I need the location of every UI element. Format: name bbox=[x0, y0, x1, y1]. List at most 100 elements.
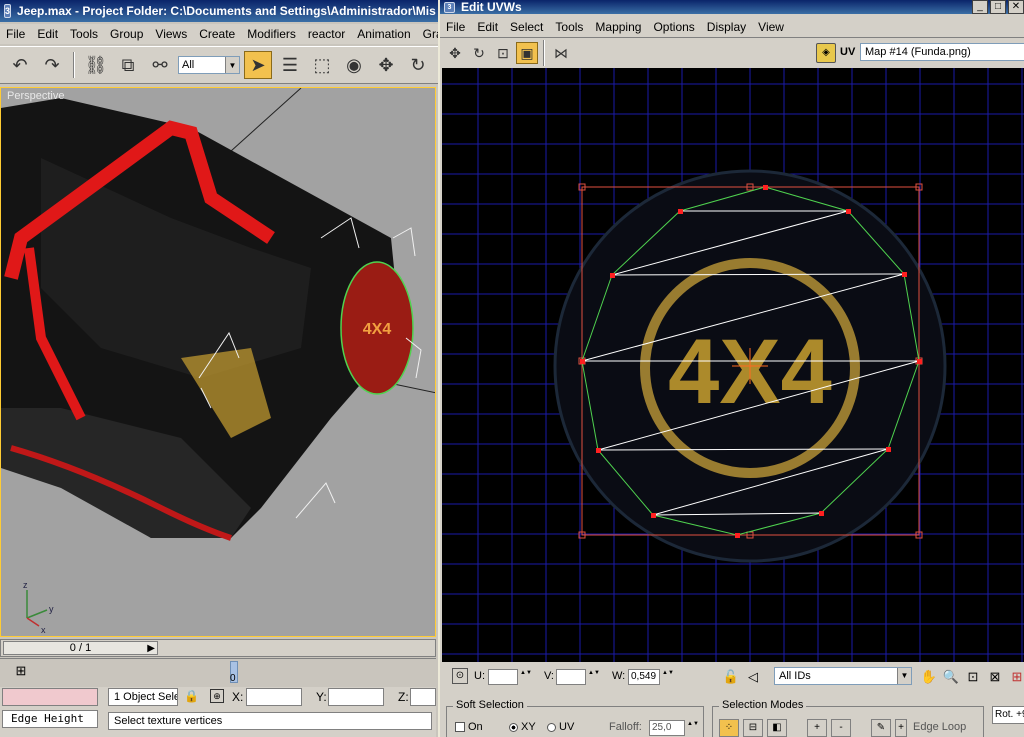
viewport-label[interactable]: Perspective bbox=[7, 90, 64, 102]
show-map-icon[interactable]: ◈ bbox=[816, 43, 836, 63]
uvw-menu-view[interactable]: View bbox=[752, 20, 790, 34]
select-object-icon[interactable]: ➤ bbox=[244, 51, 272, 79]
maxscript-listener[interactable] bbox=[2, 688, 98, 706]
selection-filter-dropdown[interactable]: All ▼ bbox=[178, 56, 240, 74]
absolute-mode-icon[interactable]: ⊕ bbox=[210, 689, 224, 703]
uv-dropdown-label[interactable]: UV bbox=[840, 46, 855, 58]
lock-selected-icon[interactable]: 🔓 bbox=[722, 668, 740, 686]
w-spinner[interactable]: ▲▼ bbox=[662, 669, 674, 685]
uvw-menu-mapping[interactable]: Mapping bbox=[589, 20, 647, 34]
hide-icon[interactable]: ◁ bbox=[744, 668, 762, 686]
menu-file[interactable]: File bbox=[0, 27, 31, 41]
select-and-link-icon[interactable]: ⛓ bbox=[82, 51, 110, 79]
uv-vertex[interactable] bbox=[678, 209, 683, 214]
edge-loop-button[interactable]: Edge Loop bbox=[913, 721, 966, 733]
vertex-mode-icon[interactable]: ⁘ bbox=[719, 719, 739, 737]
uvw-menu-options[interactable]: Options bbox=[647, 20, 700, 34]
shrink-selection-button[interactable]: - bbox=[831, 719, 851, 737]
v-field[interactable] bbox=[556, 669, 586, 685]
edge-height-field[interactable]: Edge Height bbox=[2, 710, 98, 728]
uv-vertex[interactable] bbox=[651, 513, 656, 518]
uv-radio[interactable]: UV bbox=[547, 721, 574, 733]
menu-animation[interactable]: Animation bbox=[351, 27, 416, 41]
menu-create[interactable]: Create bbox=[193, 27, 241, 41]
unlink-icon[interactable]: ⧉ bbox=[114, 51, 142, 79]
bind-to-space-warp-icon[interactable]: ⚯ bbox=[146, 51, 174, 79]
rotation-field[interactable]: Rot. +9 bbox=[992, 706, 1024, 724]
w-field[interactable]: 0,549 bbox=[628, 669, 660, 685]
uvw-menu-select[interactable]: Select bbox=[504, 20, 549, 34]
uv-vertex[interactable] bbox=[902, 272, 907, 277]
curve-editor-icon[interactable]: ⊞ bbox=[10, 663, 32, 681]
selection-filter-value: All bbox=[182, 59, 195, 71]
undo-icon[interactable]: ↶ bbox=[6, 51, 34, 79]
uv-vertex[interactable] bbox=[610, 273, 615, 278]
select-and-move-icon[interactable]: ✥ bbox=[372, 51, 400, 79]
xy-radio[interactable]: XY bbox=[509, 721, 536, 733]
ids-dropdown[interactable]: All IDs ▼ bbox=[774, 667, 912, 685]
u-spinner[interactable]: ▲▼ bbox=[520, 669, 532, 685]
zoom-icon[interactable]: 🔍 bbox=[942, 668, 960, 686]
uv-vertex[interactable] bbox=[763, 185, 768, 190]
uvw-menu-file[interactable]: File bbox=[440, 20, 471, 34]
zoom-extents-icon[interactable]: ⊠ bbox=[986, 668, 1004, 686]
uvw-menu-display[interactable]: Display bbox=[701, 20, 752, 34]
uv-vertex[interactable] bbox=[580, 359, 585, 364]
falloff-spinner[interactable]: ▲▼ bbox=[687, 720, 699, 736]
select-by-name-icon[interactable]: ☰ bbox=[276, 51, 304, 79]
zoom-region-icon[interactable]: ⊡ bbox=[964, 668, 982, 686]
x-coordinate-field[interactable] bbox=[246, 688, 302, 706]
falloff-field[interactable]: 25,0 bbox=[649, 720, 685, 736]
paint-grow-button[interactable]: + bbox=[895, 719, 907, 737]
select-and-rotate-icon[interactable]: ↻ bbox=[404, 51, 432, 79]
prompt-line: Select texture vertices bbox=[108, 712, 432, 730]
lock-icon[interactable]: 🔒 bbox=[184, 689, 199, 703]
absolute-offset-icon[interactable]: ⊙ bbox=[452, 668, 468, 684]
menu-graph-editors[interactable]: Graph Edit bbox=[417, 27, 440, 41]
window-crossing-icon[interactable]: ◉ bbox=[340, 51, 368, 79]
grow-selection-button[interactable]: + bbox=[807, 719, 827, 737]
menu-edit[interactable]: Edit bbox=[31, 27, 64, 41]
move-icon[interactable]: ✥ bbox=[444, 42, 466, 64]
v-spinner[interactable]: ▲▼ bbox=[588, 669, 600, 685]
uv-vertex[interactable] bbox=[819, 511, 824, 516]
uv-vertex[interactable] bbox=[735, 533, 740, 538]
time-slider[interactable]: 0 / 1 ▶ bbox=[3, 641, 158, 655]
rotate-icon[interactable]: ↻ bbox=[468, 42, 490, 64]
uv-vertex[interactable] bbox=[917, 359, 922, 364]
u-field[interactable] bbox=[488, 669, 518, 685]
edge-mode-icon[interactable]: ⊟ bbox=[743, 719, 763, 737]
rectangular-selection-icon[interactable]: ⬚ bbox=[308, 51, 336, 79]
z-coordinate-field[interactable] bbox=[410, 688, 436, 706]
menu-group[interactable]: Group bbox=[104, 27, 149, 41]
paint-select-icon[interactable]: ✎ bbox=[871, 719, 891, 737]
uv-vertex[interactable] bbox=[596, 448, 601, 453]
trackbar[interactable]: ⊞ 0 bbox=[0, 658, 436, 686]
uv-editor-canvas[interactable]: 4X4 bbox=[442, 68, 1024, 662]
checkbox-icon bbox=[455, 722, 465, 733]
scale-icon[interactable]: ⊡ bbox=[492, 42, 514, 64]
mirror-icon[interactable]: ⋈ bbox=[550, 42, 572, 64]
uv-vertex[interactable] bbox=[846, 209, 851, 214]
menu-tools[interactable]: Tools bbox=[64, 27, 104, 41]
map-select-dropdown[interactable]: Map #14 (Funda.png) bbox=[860, 43, 1024, 61]
snap-icon[interactable]: ⊞ bbox=[1008, 668, 1024, 686]
maximize-icon[interactable]: □ bbox=[990, 0, 1006, 14]
radio-icon bbox=[547, 722, 556, 732]
face-mode-icon[interactable]: ◧ bbox=[767, 719, 787, 737]
freeform-mode-icon[interactable]: ▣ bbox=[516, 42, 538, 64]
soft-selection-group: Soft Selection On XY UV Falloff: 25,0 ▲▼ bbox=[446, 699, 704, 737]
perspective-viewport[interactable]: 4X4 z y x Perspective bbox=[0, 87, 436, 637]
uvw-menu-edit[interactable]: Edit bbox=[471, 20, 504, 34]
redo-icon[interactable]: ↷ bbox=[38, 51, 66, 79]
minimize-icon[interactable]: _ bbox=[972, 0, 988, 14]
uvw-menu-tools[interactable]: Tools bbox=[549, 20, 589, 34]
y-coordinate-field[interactable] bbox=[328, 688, 384, 706]
soft-selection-on-checkbox[interactable]: On bbox=[455, 721, 483, 733]
pan-icon[interactable]: ✋ bbox=[920, 668, 938, 686]
menu-reactor[interactable]: reactor bbox=[302, 27, 351, 41]
uv-vertex[interactable] bbox=[886, 447, 891, 452]
menu-modifiers[interactable]: Modifiers bbox=[241, 27, 302, 41]
close-icon[interactable]: ✕ bbox=[1008, 0, 1024, 14]
menu-views[interactable]: Views bbox=[149, 27, 193, 41]
